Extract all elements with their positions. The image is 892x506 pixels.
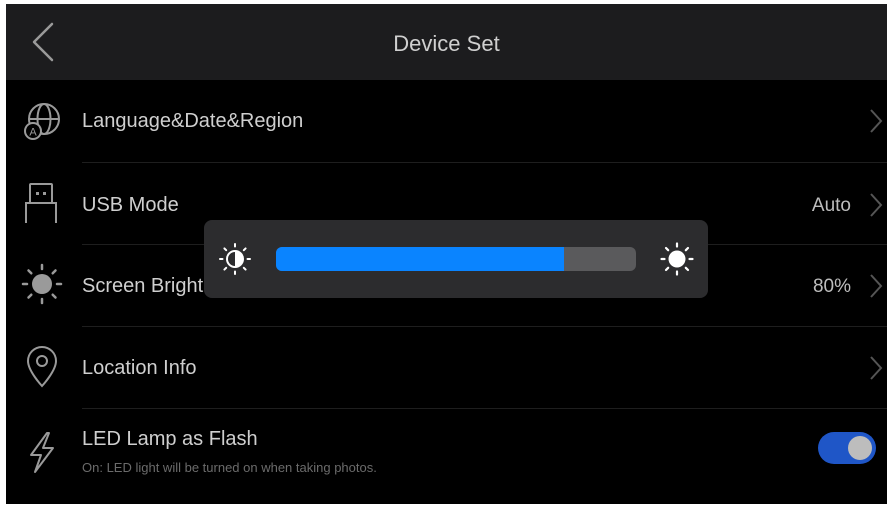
back-button[interactable] bbox=[24, 20, 64, 64]
chevron-right-icon bbox=[870, 193, 883, 217]
row-language-date-region[interactable]: A Language&Date&Region bbox=[6, 80, 887, 162]
header-bar: Device Set bbox=[6, 4, 887, 80]
lightning-icon bbox=[30, 432, 54, 473]
row-label-usb-mode: USB Mode bbox=[82, 194, 179, 216]
brightness-slider-fill bbox=[276, 247, 564, 271]
device-settings-screen: Device Set A Language&Date&Region USB Mo… bbox=[6, 4, 887, 504]
row-label-language: Language&Date&Region bbox=[82, 110, 304, 132]
row-label-location-info: Location Info bbox=[82, 357, 197, 379]
row-location-info[interactable]: Location Info bbox=[6, 326, 887, 408]
led-flash-toggle[interactable] bbox=[818, 432, 876, 464]
sun-dim-icon bbox=[219, 243, 251, 275]
chevron-left-icon bbox=[32, 22, 54, 62]
chevron-right-icon bbox=[870, 109, 883, 133]
sun-icon bbox=[21, 263, 63, 305]
row-label-led-lamp: LED Lamp as Flash bbox=[82, 428, 258, 450]
usb-icon bbox=[25, 183, 57, 223]
row-led-lamp-flash: LED Lamp as Flash On: LED light will be … bbox=[6, 408, 887, 500]
page-title: Device Set bbox=[393, 31, 500, 56]
toggle-knob bbox=[848, 436, 872, 460]
chevron-right-icon bbox=[870, 274, 883, 298]
led-description: On: LED light will be turned on when tak… bbox=[82, 460, 377, 475]
location-pin-icon bbox=[26, 346, 58, 388]
sun-bright-icon bbox=[660, 242, 694, 276]
brightness-slider[interactable] bbox=[276, 247, 636, 271]
usb-mode-value: Auto bbox=[811, 195, 851, 216]
brightness-popup bbox=[204, 220, 708, 298]
svg-text:A: A bbox=[29, 127, 37, 139]
globe-icon: A bbox=[24, 103, 60, 140]
brightness-value: 80% bbox=[812, 276, 851, 297]
row-label-screen-brightness: Screen Bright bbox=[82, 275, 204, 297]
chevron-right-icon bbox=[870, 356, 883, 380]
